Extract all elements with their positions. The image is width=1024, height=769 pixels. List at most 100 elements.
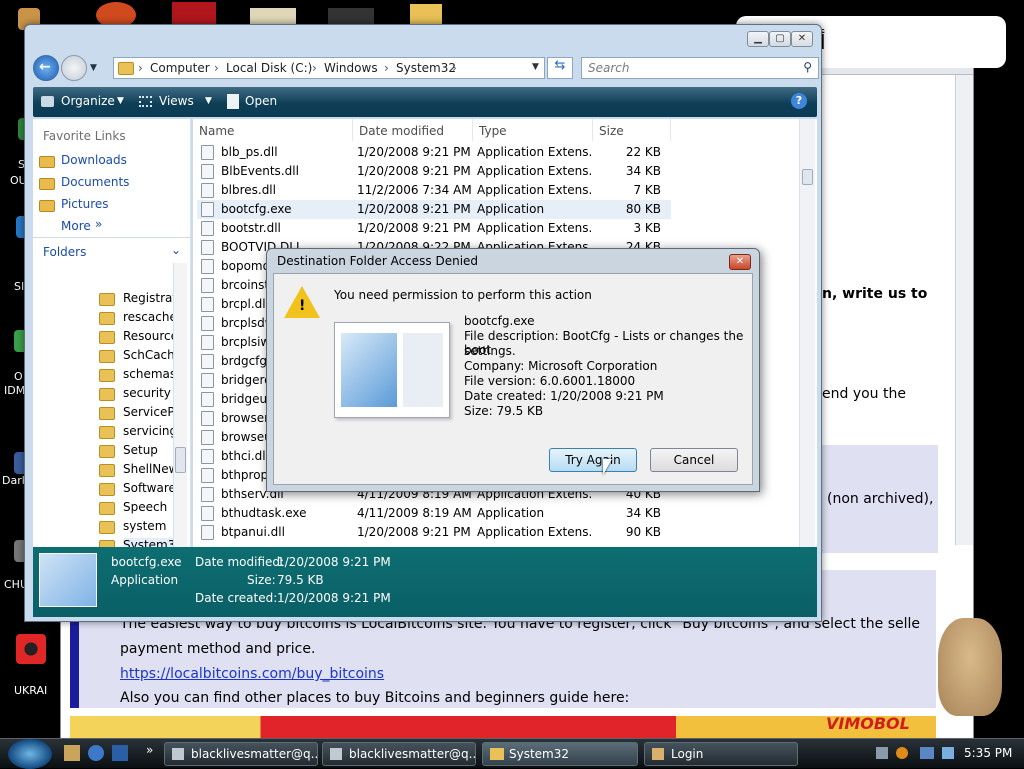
taskbar-task-1[interactable]: blacklivesmatter@q... [164, 742, 318, 766]
folder-tree: RegistratiorescacheResourcesSchCachesche… [33, 263, 173, 549]
column-type[interactable]: Type [473, 119, 593, 141]
favorite-more[interactable]: More [61, 219, 91, 233]
tree-item[interactable]: ShellNew [123, 462, 173, 480]
folders-collapse-icon[interactable]: ⌄ [171, 243, 181, 257]
folder-icon [118, 62, 134, 75]
open-icon [227, 94, 239, 109]
tree-item[interactable]: Registratio [123, 291, 173, 309]
dialog-close-button[interactable]: ✕ [729, 254, 751, 270]
minimize-button[interactable]: ▁ [747, 31, 769, 47]
localbitcoins-link[interactable]: https://localbitcoins.com/buy_bitcoins [120, 666, 384, 682]
help-icon[interactable]: ? [791, 93, 807, 109]
tree-item[interactable]: schemas [123, 367, 173, 385]
tree-folder-icon [99, 350, 115, 363]
tree-item[interactable]: system [123, 519, 173, 537]
quicklaunch-icon-2[interactable] [88, 745, 104, 761]
file-list-scroll-thumb[interactable] [802, 169, 813, 185]
file-icon [201, 202, 214, 217]
navigation-bar: ← ▼ › Computer › Local Disk (C:) › Windo… [33, 55, 819, 83]
file-name: bthudtask.exe [221, 506, 307, 520]
preview-graphic [403, 333, 443, 407]
recent-pages-dropdown-icon[interactable]: ▼ [90, 63, 97, 73]
tree-item[interactable]: Resources [123, 329, 173, 347]
dialog-file-name: bootcfg.exe [464, 314, 535, 328]
open-button[interactable]: Open [245, 94, 277, 108]
tree-folder-icon [99, 426, 115, 439]
breadcrumb-system32[interactable]: System32 [396, 61, 456, 75]
file-row[interactable]: blbres.dll 11/2/2006 7:34 AM Application E… [197, 181, 671, 200]
file-row[interactable]: bootstr.dll 1/20/2008 9:21 PM Application … [197, 219, 671, 238]
tray-volume-icon[interactable] [942, 747, 954, 759]
try-again-button[interactable]: Try Again [549, 448, 637, 472]
quicklaunch-icon-1[interactable] [64, 745, 80, 761]
tree-item[interactable]: SchCache [123, 348, 173, 366]
views-menu[interactable]: Views [159, 94, 194, 108]
dialog-file-version: File version: 6.0.6001.18000 [464, 374, 636, 388]
file-row[interactable]: btpanui.dll 1/20/2008 9:21 PM Application … [197, 523, 671, 542]
maximize-button[interactable]: ▢ [769, 31, 791, 47]
start-button[interactable] [8, 739, 52, 769]
file-name: bootstr.dll [221, 221, 281, 235]
clock[interactable]: 5:35 PM [964, 746, 1012, 760]
browser-scrollbar[interactable] [955, 75, 973, 545]
tree-item[interactable]: servicing [123, 424, 173, 442]
search-input[interactable]: Search ⚲ [581, 57, 819, 79]
tree-item[interactable]: security [123, 386, 173, 404]
column-date-modified[interactable]: Date modified [353, 119, 473, 141]
tree-folder-icon [99, 369, 115, 382]
file-icon [201, 430, 214, 445]
details-pane: bootcfg.exe Application Date modified: 1… [33, 547, 817, 617]
taskbar-task-3[interactable]: System32 [482, 742, 638, 766]
taskbar-task-2[interactable]: blacklivesmatter@q... [322, 742, 476, 766]
quicklaunch-chevron-icon[interactable]: » [146, 743, 153, 757]
file-row[interactable]: blb_ps.dll 1/20/2008 9:21 PM Application E… [197, 143, 671, 162]
address-bar[interactable]: › Computer › Local Disk (C:) › Windows ›… [113, 57, 545, 79]
file-icon [201, 240, 214, 255]
file-row[interactable]: bootcfg.exe 1/20/2008 9:21 PM Application 8… [197, 200, 671, 219]
tree-item[interactable]: Speech [123, 500, 173, 518]
file-icon [201, 297, 214, 312]
favorite-documents[interactable]: Documents [61, 175, 129, 189]
folders-heading[interactable]: Folders [43, 245, 86, 259]
favorite-downloads[interactable]: Downloads [61, 153, 127, 167]
file-type: Application Extens... [477, 221, 591, 235]
file-icon [201, 468, 214, 483]
file-row[interactable]: BlbEvents.dll 1/20/2008 9:21 PM Applicatio… [197, 162, 671, 181]
close-button[interactable]: ✕ [791, 31, 813, 47]
mouse-cursor-icon [603, 459, 612, 475]
tree-item[interactable]: Setup [123, 443, 173, 461]
tree-scroll-thumb[interactable] [175, 447, 186, 473]
refresh-button[interactable]: ⇆ [547, 57, 573, 79]
forward-button[interactable] [61, 55, 87, 81]
quicklaunch-icon-3[interactable] [112, 745, 128, 761]
organize-menu[interactable]: Organize [61, 94, 115, 108]
radiation-icon[interactable] [16, 634, 46, 664]
tree-item[interactable]: SoftwareDi [123, 481, 173, 499]
column-size[interactable]: Size [593, 119, 671, 141]
tree-item[interactable]: rescache [123, 310, 173, 328]
tree-scrollbar[interactable] [173, 263, 187, 549]
file-icon [201, 411, 214, 426]
tray-search-icon[interactable] [896, 747, 908, 759]
bitcoin-text-para3: Also you can find other places to buy Bi… [120, 690, 630, 706]
file-list-scrollbar[interactable] [799, 119, 815, 549]
tray-network-icon[interactable] [920, 747, 934, 759]
favorite-pictures[interactable]: Pictures [61, 197, 109, 211]
date-created-value: 1/20/2008 9:21 PM [277, 591, 391, 605]
tree-folder-icon [99, 407, 115, 420]
cancel-button[interactable]: Cancel [650, 448, 738, 472]
back-button[interactable]: ← [33, 55, 59, 81]
column-name[interactable]: Name [193, 119, 353, 141]
search-icon[interactable]: ⚲ [803, 60, 812, 74]
file-name: blbres.dll [221, 183, 276, 197]
file-row[interactable]: bthudtask.exe 4/11/2009 8:19 AM Applicatio… [197, 504, 671, 523]
breadcrumb-local-disk[interactable]: Local Disk (C:) [226, 61, 312, 75]
breadcrumb-computer[interactable]: Computer [150, 61, 210, 75]
breadcrumb-windows[interactable]: Windows [324, 61, 378, 75]
breadcrumb-separator-icon: › [214, 61, 219, 75]
address-dropdown-icon[interactable]: ▼ [532, 62, 539, 72]
taskbar-task-4[interactable]: Login [644, 742, 798, 766]
file-type: Application Extens... [477, 183, 591, 197]
tray-icon-1[interactable] [876, 747, 888, 759]
tree-item[interactable]: ServiceProf [123, 405, 173, 423]
